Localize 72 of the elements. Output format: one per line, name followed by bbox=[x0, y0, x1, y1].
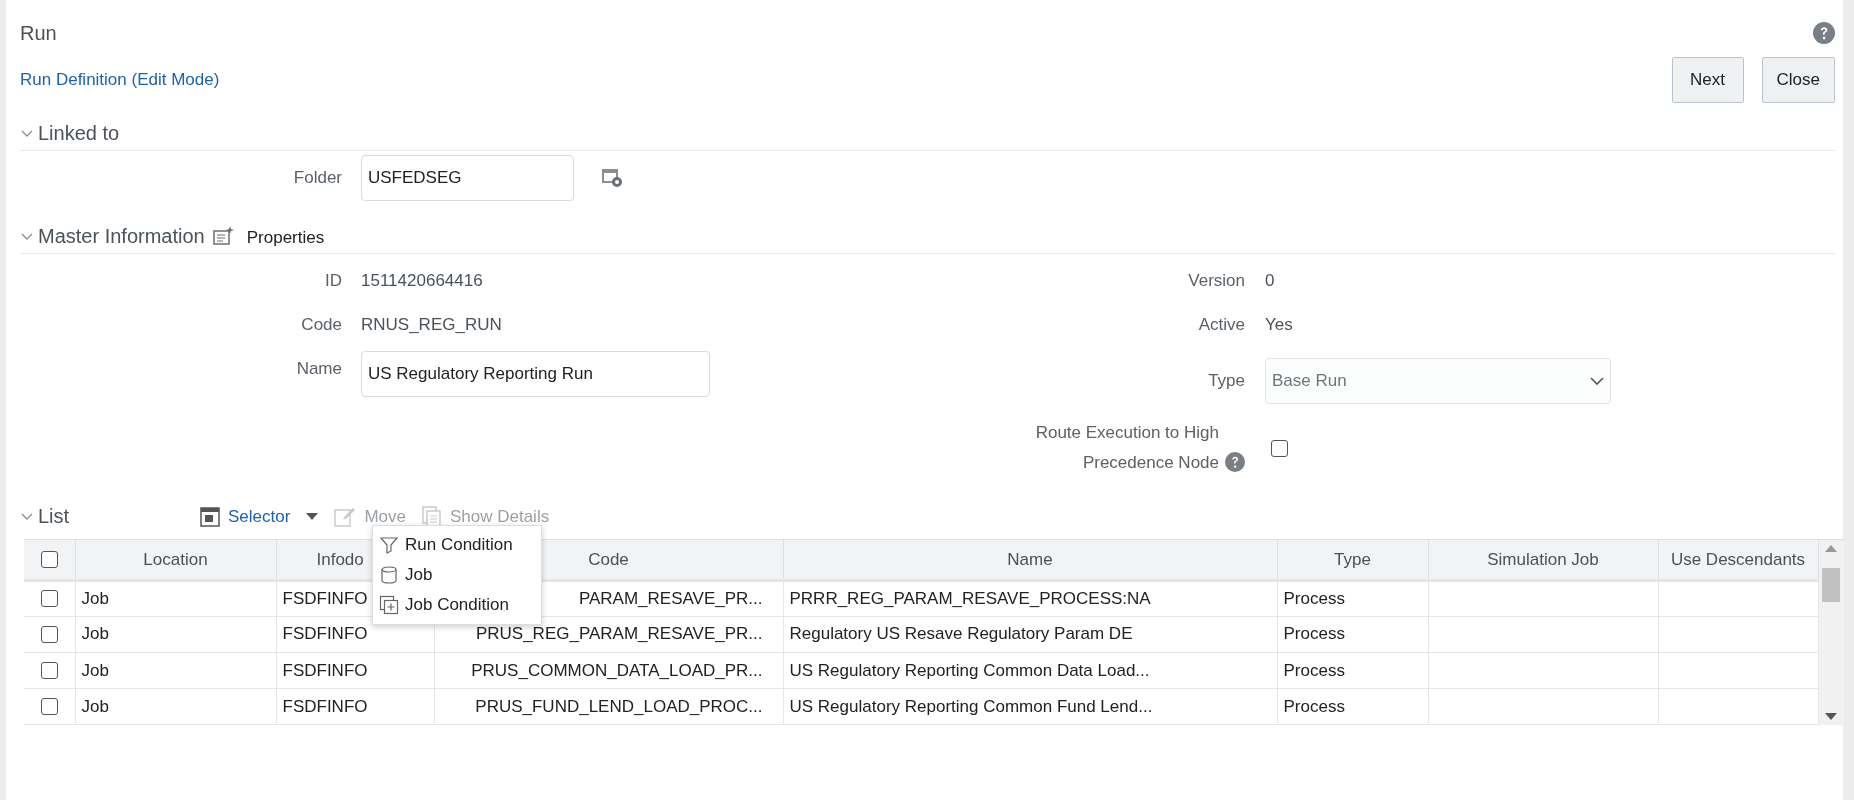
table-cell: Job bbox=[81, 660, 109, 680]
scroll-down-icon[interactable] bbox=[1825, 713, 1838, 721]
help-icon[interactable] bbox=[1813, 22, 1835, 44]
table-cell: PRUS_REG_PARAM_RESAVE_PR... bbox=[475, 624, 763, 644]
checkbox[interactable] bbox=[40, 625, 58, 643]
table-cell: PRRR_REG_PARAM_RESAVE_PROCESS:NA bbox=[789, 588, 1151, 608]
checkbox[interactable] bbox=[1271, 439, 1288, 457]
folder-browse-icon[interactable] bbox=[601, 168, 623, 188]
menu-item[interactable]: Run Condition bbox=[373, 530, 541, 560]
column-header[interactable]: Simulation Job bbox=[1487, 549, 1599, 569]
selector-menu-button[interactable]: Selector bbox=[228, 504, 291, 530]
table-cell: Job bbox=[81, 624, 109, 644]
table-cell: Job bbox=[81, 696, 109, 716]
column-header[interactable]: Use Descendants bbox=[1670, 549, 1806, 569]
table-cell: Process bbox=[1283, 624, 1345, 644]
table-cell: Process bbox=[1283, 660, 1345, 680]
checkbox[interactable] bbox=[40, 661, 58, 679]
checkbox[interactable] bbox=[40, 697, 58, 715]
menu-item[interactable]: Job bbox=[373, 560, 541, 590]
column-header[interactable]: Infodo bbox=[316, 549, 364, 569]
scrollbar-thumb[interactable] bbox=[1822, 567, 1841, 602]
table-cell: PRUS_FUND_LEND_LOAD_PROC... bbox=[475, 696, 763, 716]
field-label: Folder bbox=[292, 167, 342, 190]
window-icon[interactable] bbox=[200, 507, 220, 527]
page-title: Run bbox=[20, 21, 57, 46]
column-header[interactable]: Name bbox=[1007, 549, 1053, 569]
table-cell: Job bbox=[81, 588, 109, 608]
scrollbar[interactable] bbox=[1818, 540, 1844, 725]
column-header[interactable]: Code bbox=[588, 549, 629, 569]
table-cell: FSDFINFO bbox=[282, 588, 368, 608]
field-label: Code bbox=[300, 314, 342, 337]
table-cell: US Regulatory Reporting Common Fund Lend... bbox=[789, 696, 1153, 716]
table-cell: FSDFINFO bbox=[282, 696, 368, 716]
table-cell: US Regulatory Reporting Common Data Load... bbox=[789, 660, 1150, 680]
section-title: List bbox=[38, 504, 70, 529]
field-value: RNUS_REG_RUN bbox=[361, 314, 502, 337]
field-label: Active bbox=[1197, 314, 1245, 337]
field-label: Type bbox=[1207, 370, 1245, 393]
close-button[interactable]: Close bbox=[1761, 57, 1835, 103]
properties-icon[interactable] bbox=[212, 226, 235, 246]
field-label: ID bbox=[324, 270, 342, 293]
name-field[interactable]: US Regulatory Reporting Run bbox=[361, 351, 710, 397]
table-cell: PRUS_COMMON_DATA_LOAD_PR... bbox=[471, 660, 763, 680]
scroll-up-icon[interactable] bbox=[1825, 544, 1838, 552]
properties-link[interactable]: Properties bbox=[246, 225, 325, 251]
table-cell: Process bbox=[1283, 696, 1345, 716]
field-value: 1511420664416 bbox=[361, 270, 483, 293]
field-value: 0 bbox=[1265, 270, 1275, 293]
caret-icon[interactable] bbox=[306, 513, 319, 521]
table-cell: Process bbox=[1283, 588, 1345, 608]
column-header[interactable]: Location bbox=[143, 549, 208, 569]
table-cell: FSDFINFO bbox=[282, 624, 368, 644]
field-label: Version bbox=[1187, 270, 1245, 293]
help-icon[interactable] bbox=[1225, 452, 1245, 472]
breadcrumb-link[interactable]: Run Definition (Edit Mode) bbox=[20, 67, 220, 93]
field-label: Route Execution to High Precedence Node bbox=[1034, 422, 1219, 474]
checkbox[interactable] bbox=[40, 590, 58, 608]
section-title: Linked to bbox=[38, 121, 120, 146]
table-cell: Regulatory US Resave Regulatory Param DE bbox=[789, 624, 1133, 644]
column-header[interactable]: Type bbox=[1334, 549, 1371, 569]
field-label: Name bbox=[295, 358, 342, 381]
folder-field[interactable]: USFEDSEG bbox=[361, 155, 574, 201]
checkbox[interactable] bbox=[40, 550, 58, 568]
table-cell: PARAM_RESAVE_PR... bbox=[578, 588, 763, 608]
filter-icon bbox=[379, 535, 399, 555]
add-box-icon bbox=[379, 595, 399, 615]
menu-item[interactable]: Job Condition bbox=[373, 590, 541, 620]
section-title: Master Information bbox=[38, 224, 205, 249]
table-cell: FSDFINFO bbox=[282, 660, 368, 680]
next-button[interactable]: Next bbox=[1671, 57, 1744, 103]
field-value: Yes bbox=[1265, 314, 1293, 337]
cylinder-icon bbox=[379, 565, 399, 585]
